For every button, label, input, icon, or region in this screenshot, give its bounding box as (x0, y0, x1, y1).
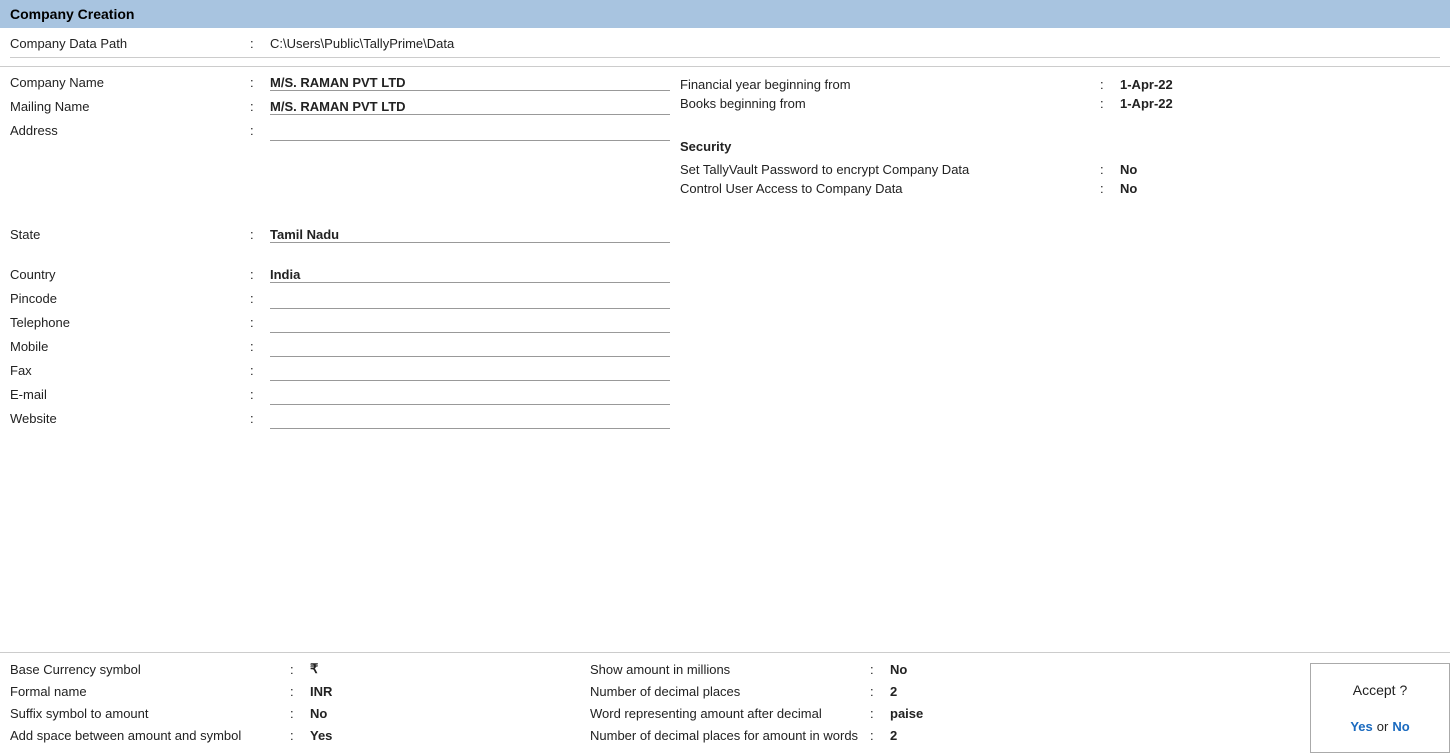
security-header: Security (680, 139, 1440, 154)
word-amount-value[interactable]: paise (890, 706, 923, 721)
add-space-label: Add space between amount and symbol (10, 728, 290, 743)
accept-title: Accept ? (1353, 682, 1407, 698)
financial-year-label: Financial year beginning from (680, 77, 1100, 92)
control-access-row: Control User Access to Company Data : No (680, 181, 1440, 196)
mobile-label: Mobile (10, 337, 250, 354)
books-beginning-label: Books beginning from (680, 96, 1100, 111)
financial-year-value[interactable]: 1-Apr-22 (1120, 77, 1173, 92)
website-label: Website (10, 409, 250, 426)
pincode-value[interactable] (270, 289, 670, 309)
suffix-symbol-row: Suffix symbol to amount : No (10, 703, 590, 723)
mobile-row: Mobile : (10, 337, 670, 359)
telephone-row: Telephone : (10, 313, 670, 335)
add-space-row: Add space between amount and symbol : Ye… (10, 725, 590, 745)
data-path-section: Company Data Path : C:\Users\Public\Tall… (0, 28, 1450, 67)
data-path-value[interactable]: C:\Users\Public\TallyPrime\Data (270, 36, 454, 51)
accept-no-button[interactable]: No (1392, 719, 1409, 734)
fax-value[interactable] (270, 361, 670, 381)
show-millions-label: Show amount in millions (590, 662, 870, 677)
accept-box: Accept ? Yes or No (1310, 663, 1450, 753)
tallyvault-value[interactable]: No (1120, 162, 1137, 177)
decimal-words-value[interactable]: 2 (890, 728, 897, 743)
fax-label: Fax (10, 361, 250, 378)
base-currency-row: Base Currency symbol : ₹ (10, 659, 590, 679)
decimal-places-label: Number of decimal places (590, 684, 870, 699)
accept-or-label: or (1377, 719, 1389, 734)
email-label: E-mail (10, 385, 250, 402)
address-value[interactable] (270, 121, 670, 141)
pincode-row: Pincode : (10, 289, 670, 311)
left-column: Company Name : M/S. RAMAN PVT LTD Mailin… (10, 73, 670, 646)
formal-name-row: Formal name : INR (10, 681, 590, 701)
fax-row: Fax : (10, 361, 670, 383)
base-currency-label: Base Currency symbol (10, 662, 290, 677)
company-name-label: Company Name (10, 73, 250, 90)
data-path-row: Company Data Path : C:\Users\Public\Tall… (10, 36, 1440, 51)
right-column: Financial year beginning from : 1-Apr-22… (670, 73, 1440, 646)
decimal-places-value[interactable]: 2 (890, 684, 897, 699)
tallyvault-label: Set TallyVault Password to encrypt Compa… (680, 162, 1100, 177)
data-path-label: Company Data Path (10, 36, 250, 51)
state-row: State : Tamil Nadu (10, 225, 670, 247)
control-access-value[interactable]: No (1120, 181, 1137, 196)
website-value[interactable] (270, 409, 670, 429)
country-value[interactable]: India (270, 265, 670, 283)
bottom-left: Base Currency symbol : ₹ Formal name : I… (10, 659, 590, 747)
suffix-symbol-value[interactable]: No (310, 706, 327, 721)
mailing-name-label: Mailing Name (10, 97, 250, 114)
website-row: Website : (10, 409, 670, 431)
country-label: Country (10, 265, 250, 282)
state-value[interactable]: Tamil Nadu (270, 225, 670, 243)
email-row: E-mail : (10, 385, 670, 407)
telephone-label: Telephone (10, 313, 250, 330)
decimal-words-label: Number of decimal places for amount in w… (590, 728, 870, 743)
address-row: Address : (10, 121, 670, 143)
books-beginning-row: Books beginning from : 1-Apr-22 (680, 96, 1440, 111)
company-name-row: Company Name : M/S. RAMAN PVT LTD (10, 73, 670, 95)
control-access-label: Control User Access to Company Data (680, 181, 1100, 196)
add-space-value[interactable]: Yes (310, 728, 332, 743)
base-currency-value[interactable]: ₹ (310, 661, 318, 677)
mobile-value[interactable] (270, 337, 670, 357)
formal-name-value[interactable]: INR (310, 684, 332, 699)
suffix-symbol-label: Suffix symbol to amount (10, 706, 290, 721)
company-name-value[interactable]: M/S. RAMAN PVT LTD (270, 73, 670, 91)
accept-yes-button[interactable]: Yes (1350, 719, 1372, 734)
books-beginning-value[interactable]: 1-Apr-22 (1120, 96, 1173, 111)
mailing-name-value[interactable]: M/S. RAMAN PVT LTD (270, 97, 670, 115)
word-amount-label: Word representing amount after decimal (590, 706, 870, 721)
formal-name-label: Formal name (10, 684, 290, 699)
country-row: Country : India (10, 265, 670, 287)
address-label: Address (10, 121, 250, 138)
title-bar: Company Creation (0, 0, 1450, 28)
form-body: Company Name : M/S. RAMAN PVT LTD Mailin… (0, 67, 1450, 652)
telephone-value[interactable] (270, 313, 670, 333)
email-value[interactable] (270, 385, 670, 405)
accept-buttons: Yes or No (1350, 719, 1409, 734)
state-label: State (10, 225, 250, 242)
tallyvault-row: Set TallyVault Password to encrypt Compa… (680, 162, 1440, 177)
page-title: Company Creation (10, 6, 134, 22)
mailing-name-row: Mailing Name : M/S. RAMAN PVT LTD (10, 97, 670, 119)
bottom-bar: Base Currency symbol : ₹ Formal name : I… (0, 652, 1450, 753)
pincode-label: Pincode (10, 289, 250, 306)
financial-year-row: Financial year beginning from : 1-Apr-22 (680, 77, 1440, 92)
show-millions-value[interactable]: No (890, 662, 907, 677)
